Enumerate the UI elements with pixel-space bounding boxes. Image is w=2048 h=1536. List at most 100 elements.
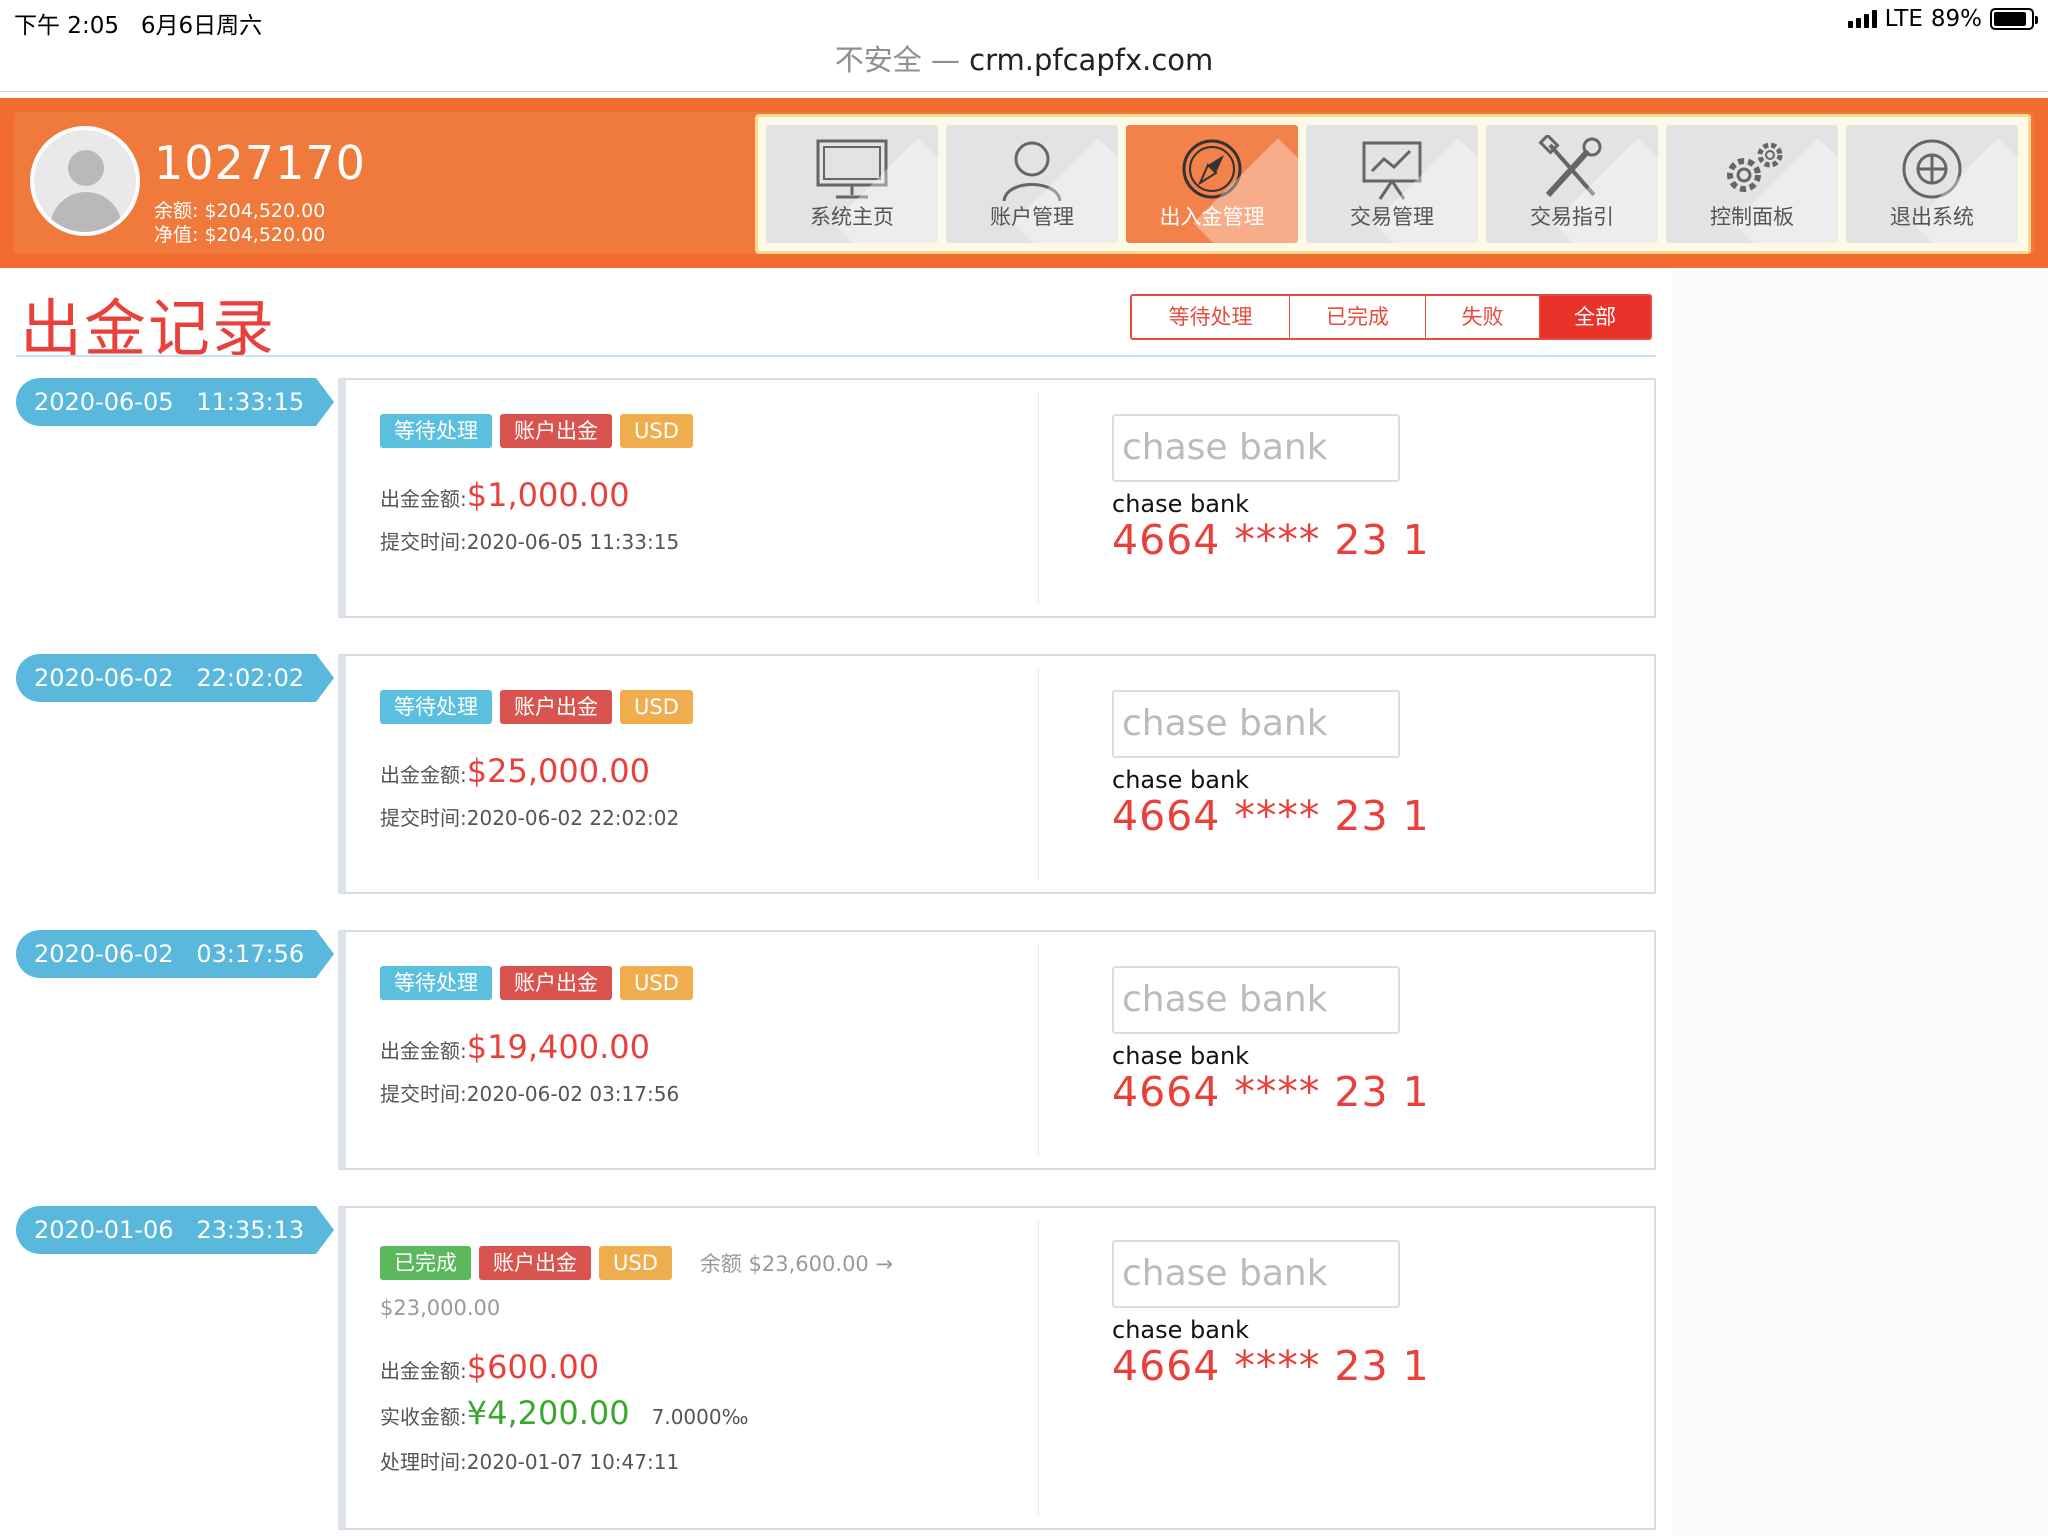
status-badge: 等待处理: [380, 690, 492, 724]
bank-logo-box: chase bank: [1112, 966, 1400, 1034]
withdrawal-record: 等待处理 账户出金 USD 出金金额: $1,000.00 提交时间: 2020…: [338, 378, 1656, 618]
received-label: 实收金额:: [380, 1405, 467, 1429]
amount-row: 出金金额: $600.00: [380, 1348, 599, 1386]
submit-time: 2020-06-02 03:17:56: [466, 1082, 680, 1106]
gears-icon: [1727, 142, 1783, 192]
time-label: 提交时间:: [380, 1082, 467, 1106]
exchange-rate: 7.0000‰: [651, 1405, 749, 1429]
withdrawal-amount: $600.00: [466, 1348, 600, 1386]
nav-label: 系统主页: [810, 205, 894, 229]
record-divider: [1038, 944, 1039, 1156]
record-divider: [1038, 1220, 1039, 1516]
withdrawal-record: 等待处理 账户出金 USD 出金金额: $25,000.00 提交时间: 202…: [338, 654, 1656, 894]
withdrawal-record: 等待处理 账户出金 USD 出金金额: $19,400.00 提交时间: 202…: [338, 930, 1656, 1170]
status-bar: 下午 2:05 6月6日周六 LTE 89%: [0, 0, 2048, 40]
url-separator: —: [930, 43, 960, 77]
battery-fill: [1994, 12, 2027, 26]
nav-item-home[interactable]: 系统主页: [766, 125, 938, 243]
time-label: 处理时间:: [380, 1450, 467, 1474]
nav-item-control-panel[interactable]: 控制面板: [1666, 125, 1838, 243]
record-tags: 等待处理 账户出金 USD: [380, 414, 693, 448]
card-number: 4664 **** 23 1: [1112, 1342, 1430, 1390]
monitor-icon: [816, 139, 888, 199]
battery-icon: [1990, 8, 2038, 30]
type-badge: 账户出金: [500, 414, 612, 448]
amount-row: 出金金额: $1,000.00: [380, 476, 630, 514]
filter-pending-button[interactable]: 等待处理: [1132, 296, 1290, 338]
security-label: 不安全: [834, 43, 922, 77]
right-gutter: [1672, 270, 2048, 1536]
bank-name: chase bank: [1112, 766, 1250, 794]
amount-row: 出金金额: $19,400.00: [380, 1028, 650, 1066]
received-amount: ¥4,200.00: [466, 1394, 630, 1432]
record-divider: [1038, 392, 1039, 604]
nav-item-trading[interactable]: 交易管理: [1306, 125, 1478, 243]
currency-badge: USD: [620, 966, 693, 1000]
amount-row: 出金金额: $25,000.00: [380, 752, 650, 790]
type-badge: 账户出金: [500, 966, 612, 1000]
title-divider: [16, 355, 1656, 357]
power-icon: [1902, 139, 1962, 199]
url-host: crm.pfcapfx.com: [969, 43, 1214, 77]
status-filter: 等待处理 已完成 失败 全部: [1130, 294, 1652, 340]
status-time: 下午 2:05 6月6日周六: [14, 13, 263, 39]
bank-name: chase bank: [1112, 490, 1250, 518]
received-row: 实收金额: ¥4,200.00 7.0000‰: [380, 1394, 748, 1432]
status-indicators: LTE 89%: [1847, 6, 2038, 32]
time-row: 提交时间: 2020-06-02 03:17:56: [380, 1078, 679, 1107]
bank-name: chase bank: [1112, 1316, 1250, 1344]
nav-item-logout[interactable]: 退出系统: [1846, 125, 2018, 243]
processed-time: 2020-01-07 10:47:11: [466, 1450, 680, 1474]
bank-logo-box: chase bank: [1112, 690, 1400, 758]
nav-item-guide[interactable]: 交易指引: [1486, 125, 1658, 243]
timeline-date: 2020-01-06 23:35:13: [16, 1206, 334, 1254]
address-bar[interactable]: 不安全 — crm.pfcapfx.com: [0, 40, 2048, 92]
timeline-date: 2020-06-02 22:02:02: [16, 654, 334, 702]
nav-label: 出入金管理: [1159, 205, 1265, 229]
nav-label: 退出系统: [1890, 205, 1974, 229]
currency-badge: USD: [620, 414, 693, 448]
filter-completed-button[interactable]: 已完成: [1290, 296, 1426, 338]
time-label: 提交时间:: [380, 530, 467, 554]
timeline-date: 2020-06-02 03:17:56: [16, 930, 334, 978]
status-badge: 已完成: [380, 1246, 471, 1280]
card-number: 4664 **** 23 1: [1112, 1068, 1430, 1116]
balance-after: $23,000.00: [380, 1296, 501, 1320]
compass-icon: [1182, 139, 1242, 199]
tools-icon: [1538, 135, 1602, 198]
account-balance: 余额: $204,520.00: [154, 200, 326, 222]
nav-label: 控制面板: [1710, 205, 1794, 229]
filter-all-button[interactable]: 全部: [1540, 296, 1650, 338]
amount-label: 出金金额:: [380, 1039, 467, 1063]
currency-badge: USD: [620, 690, 693, 724]
nav-item-account[interactable]: 账户管理: [946, 125, 1118, 243]
card-number: 4664 **** 23 1: [1112, 792, 1430, 840]
type-badge: 账户出金: [479, 1246, 591, 1280]
nav-label: 交易指引: [1530, 205, 1614, 229]
network-label: LTE: [1884, 6, 1923, 32]
record-tags: 等待处理 账户出金 USD: [380, 966, 693, 1000]
submit-time: 2020-06-02 22:02:02: [466, 806, 680, 830]
withdrawal-amount: $19,400.00: [466, 1028, 650, 1066]
status-badge: 等待处理: [380, 966, 492, 1000]
timeline-date: 2020-06-05 11:33:15: [16, 378, 334, 426]
bank-name: chase bank: [1112, 1042, 1250, 1070]
battery-percent: 89%: [1930, 6, 1982, 32]
bank-logo-box: chase bank: [1112, 1240, 1400, 1308]
record-tags: 等待处理 账户出金 USD: [380, 690, 693, 724]
account-equity: 净值: $204,520.00: [154, 224, 326, 246]
user-icon: [1002, 141, 1062, 202]
bank-logo-box: chase bank: [1112, 414, 1400, 482]
avatar-body-icon: [50, 192, 122, 232]
main-nav: 系统主页 账户管理 出入金管理 交易管理 交易指引 控制面板 退出系统: [755, 114, 2031, 254]
status-badge: 等待处理: [380, 414, 492, 448]
type-badge: 账户出金: [500, 690, 612, 724]
signal-icon: [1847, 10, 1877, 28]
card-number: 4664 **** 23 1: [1112, 516, 1430, 564]
nav-item-funds[interactable]: 出入金管理: [1126, 125, 1298, 243]
nav-label: 账户管理: [990, 205, 1074, 229]
time-row: 提交时间: 2020-06-02 22:02:02: [380, 802, 679, 831]
filter-failed-button[interactable]: 失败: [1426, 296, 1540, 338]
amount-label: 出金金额:: [380, 763, 467, 787]
currency-badge: USD: [599, 1246, 672, 1280]
